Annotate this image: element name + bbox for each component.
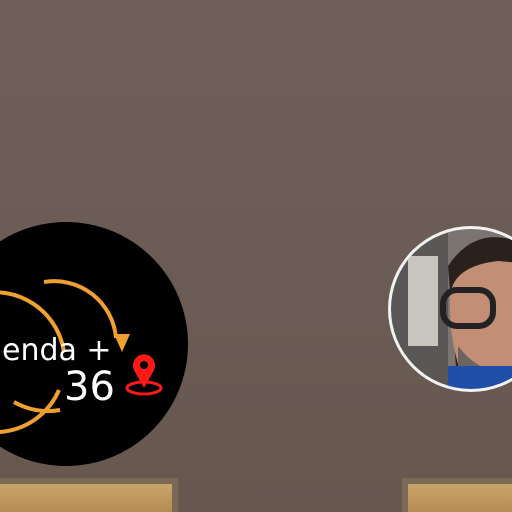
picture-frame-right (402, 478, 512, 512)
logo-text-line2: 36 (64, 364, 115, 410)
logo-graphic: enda + 36 (0, 222, 188, 466)
brand-logo: enda + 36 (0, 222, 188, 466)
picture-frame-left (0, 478, 178, 512)
profile-avatar (388, 226, 512, 392)
logo-text-line1: enda + (2, 333, 112, 368)
